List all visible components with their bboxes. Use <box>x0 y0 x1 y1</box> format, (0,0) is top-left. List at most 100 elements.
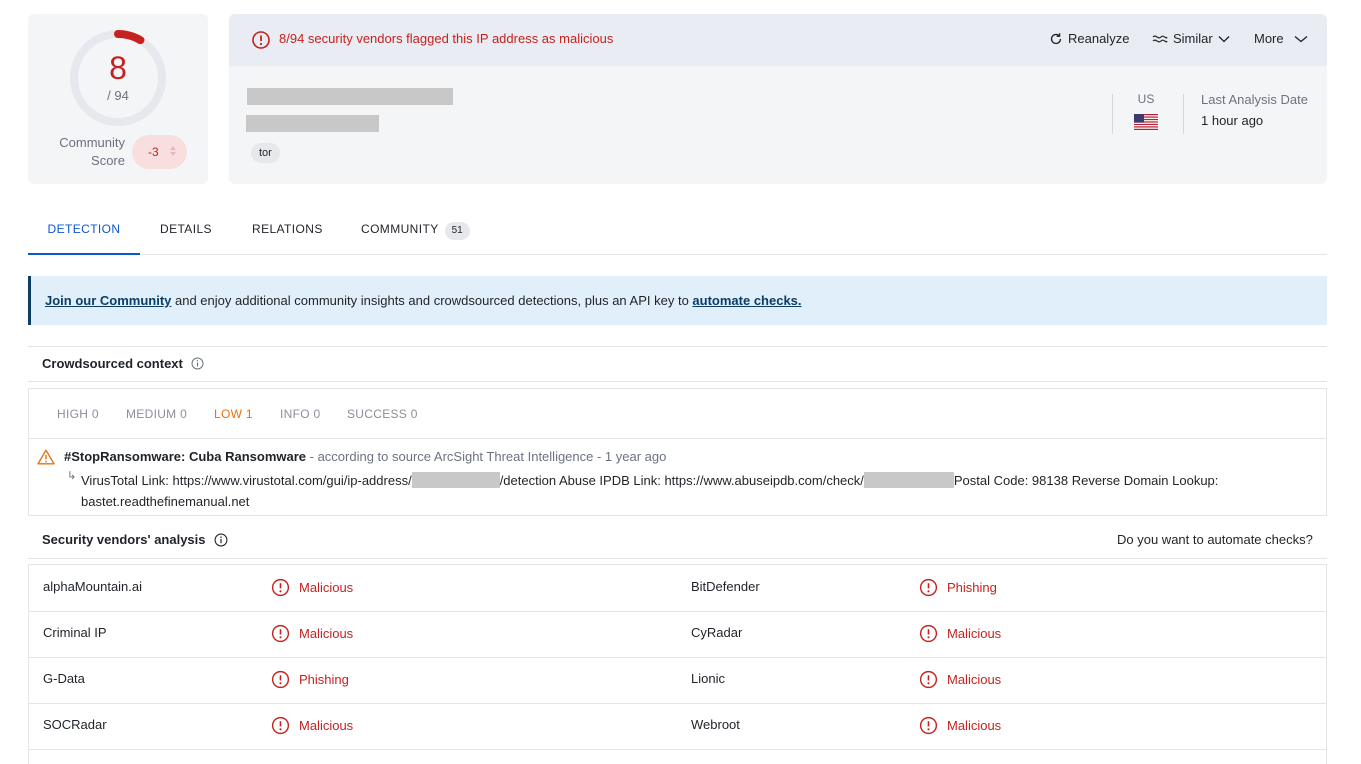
vendor-name: SOCRadar <box>43 717 107 732</box>
divider <box>28 346 1327 347</box>
alert-circle-icon <box>919 578 938 597</box>
community-score-value: -3 <box>148 145 159 159</box>
more-dropdown[interactable]: More <box>1254 31 1308 46</box>
tab-relations[interactable]: RELATIONS <box>252 206 323 253</box>
alert-circle-icon <box>271 716 290 735</box>
detection-score-card: 8 / 94 Community Score -3 <box>28 14 208 184</box>
automate-checks-link[interactable]: automate checks. <box>692 293 801 308</box>
divider <box>29 438 1326 439</box>
last-analysis-value: 1 hour ago <box>1201 113 1264 128</box>
tag-tor[interactable]: tor <box>251 143 280 163</box>
community-score-label: Community Score <box>59 135 125 168</box>
vendor-result-label: Malicious <box>299 718 354 733</box>
vendor-name: Criminal IP <box>43 625 107 640</box>
vendor-name: G-Data <box>43 671 85 686</box>
vendor-result-label: Malicious <box>299 580 354 595</box>
vendor-name: CyRadar <box>691 625 743 640</box>
tab-community-label: COMMUNITY <box>361 222 439 236</box>
severity-filter-low[interactable]: LOW 1 <box>214 407 253 421</box>
join-community-link[interactable]: Join our Community <box>45 293 171 308</box>
alert-circle-icon <box>271 624 290 643</box>
vendor-result-label: Malicious <box>299 626 354 641</box>
divider <box>28 381 1327 382</box>
info-icon[interactable] <box>214 533 228 547</box>
security-vendors-heading: Security vendors' analysis <box>42 532 228 547</box>
vendor-result-label: Malicious <box>947 672 1002 687</box>
similar-icon <box>1152 35 1168 42</box>
vendor-result-label: Phishing <box>299 672 349 687</box>
country-code: US <box>1137 92 1155 106</box>
vendor-result: Malicious <box>271 578 353 597</box>
crowdsourced-entry-name[interactable]: #StopRansomware: Cuba Ransomware <box>64 449 306 464</box>
table-row: G-Data Phishing Lionic Malicious <box>29 657 1326 704</box>
banner-text: and enjoy additional community insights … <box>171 293 693 308</box>
last-analysis-label: Last Analysis Date <box>1201 92 1308 107</box>
tab-details[interactable]: DETAILS <box>160 206 212 253</box>
alert-circle-icon <box>271 578 290 597</box>
vendor-results-table: alphaMountain.ai Malicious BitDefender P… <box>28 564 1327 764</box>
tab-community[interactable]: COMMUNITY 51 <box>361 206 470 253</box>
crowdsourced-entry-meta: - according to source ArcSight Threat In… <box>306 449 667 464</box>
table-row: Criminal IP Malicious CyRadar Malicious <box>29 611 1326 658</box>
refresh-icon <box>1050 32 1062 44</box>
alert-circle-icon <box>919 716 938 735</box>
crowdsourced-context-title: Crowdsourced context <box>42 356 183 371</box>
vendor-name: Lionic <box>691 671 725 686</box>
severity-filter-info[interactable]: INFO 0 <box>280 407 320 421</box>
crowdsourced-context-heading: Crowdsourced context <box>42 356 204 371</box>
alert-circle-icon <box>919 624 938 643</box>
vendor-result: Phishing <box>919 578 997 597</box>
community-banner: Join our Community and enjoy additional … <box>28 276 1327 325</box>
alert-circle-icon <box>252 31 270 49</box>
automate-checks-prompt[interactable]: Do you want to automate checks? <box>1117 532 1313 547</box>
warning-triangle-icon <box>37 449 55 465</box>
severity-filter-high[interactable]: HIGH 0 <box>57 407 99 421</box>
chevron-down-icon <box>1218 35 1230 42</box>
crowdsourced-entry-detail: VirusTotal Link: https://www.virustotal.… <box>81 470 1281 512</box>
reanalyze-label: Reanalyze <box>1068 31 1130 46</box>
divider <box>28 558 1327 559</box>
similar-label: Similar <box>1173 31 1213 46</box>
chevron-down-icon <box>1294 35 1308 42</box>
redacted-ip-address <box>247 88 453 105</box>
crowdsourced-entry-title: #StopRansomware: Cuba Ransomware - accor… <box>64 449 666 464</box>
sub-entry-arrow-icon: ↳ <box>67 470 77 482</box>
alert-circle-icon <box>271 670 290 689</box>
similar-dropdown[interactable]: Similar <box>1152 31 1230 46</box>
vendor-result-label: Phishing <box>947 580 997 595</box>
community-count-badge: 51 <box>444 222 470 240</box>
divider <box>1112 94 1113 134</box>
vendor-result: Malicious <box>271 624 353 643</box>
detection-total: / 94 <box>107 88 129 103</box>
reanalyze-button[interactable]: Reanalyze <box>1049 31 1129 46</box>
info-icon[interactable] <box>191 357 204 370</box>
community-score-votes[interactable]: -3 <box>132 135 187 169</box>
detail-text: /detection Abuse IPDB Link: https://www.… <box>499 473 864 488</box>
vote-arrows-icon[interactable] <box>169 144 177 160</box>
vendor-name: BitDefender <box>691 579 760 594</box>
redacted-network-info <box>246 115 379 132</box>
alert-message: 8/94 security vendors flagged this IP ad… <box>279 31 614 46</box>
security-vendors-title: Security vendors' analysis <box>42 532 206 547</box>
tab-detection[interactable]: DETECTION <box>28 206 140 255</box>
vendor-result: Phishing <box>271 670 349 689</box>
table-row: SOCRadar Malicious Webroot Malicious <box>29 703 1326 750</box>
vendor-result-label: Malicious <box>947 718 1002 733</box>
severity-filter-success[interactable]: SUCCESS 0 <box>347 407 418 421</box>
vendor-name: alphaMountain.ai <box>43 579 143 594</box>
alert-bar: 8/94 security vendors flagged this IP ad… <box>229 14 1327 66</box>
severity-filter-medium[interactable]: MEDIUM 0 <box>126 407 187 421</box>
detail-text: VirusTotal Link: https://www.virustotal.… <box>81 473 412 488</box>
redacted-ip <box>863 472 954 488</box>
ip-summary-card: 8/94 security vendors flagged this IP ad… <box>229 14 1327 184</box>
vendor-result: Malicious <box>919 716 1001 735</box>
detection-count: 8 <box>109 50 127 86</box>
vendor-result: Malicious <box>919 624 1001 643</box>
table-row: alphaMountain.ai Malicious BitDefender P… <box>29 565 1326 612</box>
vendor-result: Malicious <box>919 670 1001 689</box>
divider <box>1183 94 1184 134</box>
vendor-result: Malicious <box>271 716 353 735</box>
more-label: More <box>1254 31 1284 46</box>
crowdsourced-context-panel: HIGH 0 MEDIUM 0 LOW 1 INFO 0 SUCCESS 0 #… <box>28 388 1327 516</box>
alert-circle-icon <box>919 670 938 689</box>
